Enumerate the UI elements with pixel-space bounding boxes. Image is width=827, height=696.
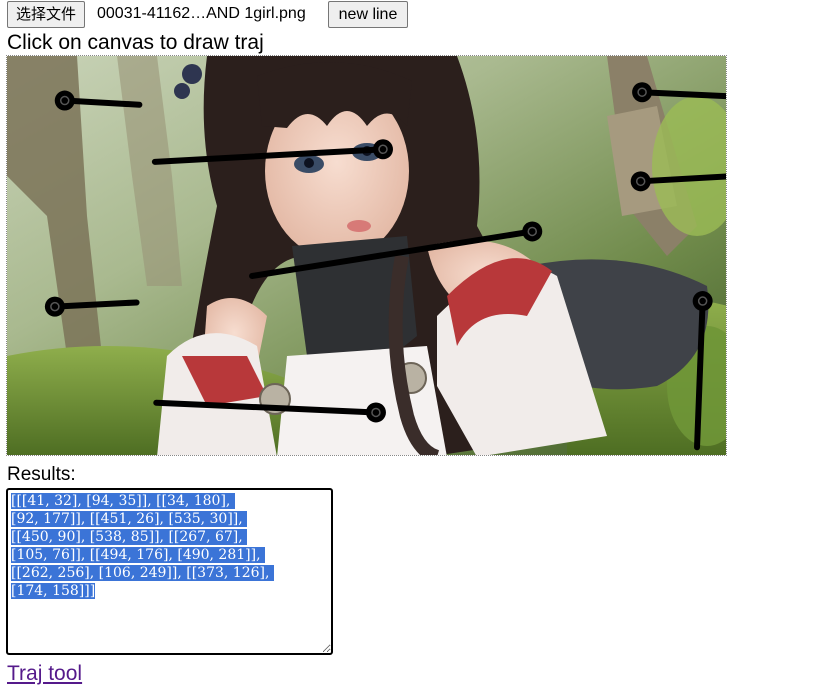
new-line-button[interactable]: new line: [328, 1, 408, 28]
results-textarea[interactable]: [[[41, 32], [94, 35]], [[34, 180], [92, …: [6, 488, 333, 655]
trajectory-start-point: [44, 296, 65, 317]
choose-file-button[interactable]: 选择文件: [7, 1, 86, 28]
trajectory-start-point: [54, 90, 75, 111]
results-line: [[262, 256], [106, 249]], [[373, 126],: [11, 565, 274, 581]
results-line: [92, 177]], [[451, 26], [535, 30]],: [11, 511, 248, 527]
trajectory-start-point: [365, 402, 386, 423]
selected-file-name: 00031-41162…AND 1girl.png: [97, 5, 306, 22]
trajectory-start-point: [522, 221, 543, 242]
trajectory-line: [51, 299, 140, 310]
drawing-canvas[interactable]: [6, 55, 727, 456]
results-line: [105, 76]], [[494, 176], [490, 281]],: [11, 547, 265, 563]
canvas-instructions: Click on canvas to draw traj: [7, 31, 264, 54]
results-label: Results:: [7, 464, 76, 485]
canvas-image: [7, 56, 726, 455]
results-line: [[[41, 32], [94, 35]], [[34, 180],: [11, 493, 235, 509]
trajectory-line: [61, 97, 143, 108]
trajectory-start-point: [630, 171, 651, 192]
trajectory-start-point: [692, 291, 713, 312]
trajectory-start-point: [632, 82, 653, 103]
results-line: [174, 158]]]: [11, 583, 96, 599]
trajectory-start-point: [372, 139, 393, 160]
toolbar: 选择文件 00031-41162…AND 1girl.png new line: [0, 0, 827, 30]
traj-tool-link[interactable]: Traj tool: [7, 662, 82, 686]
results-line: [[450, 90], [538, 85]], [[267, 67],: [11, 529, 248, 545]
